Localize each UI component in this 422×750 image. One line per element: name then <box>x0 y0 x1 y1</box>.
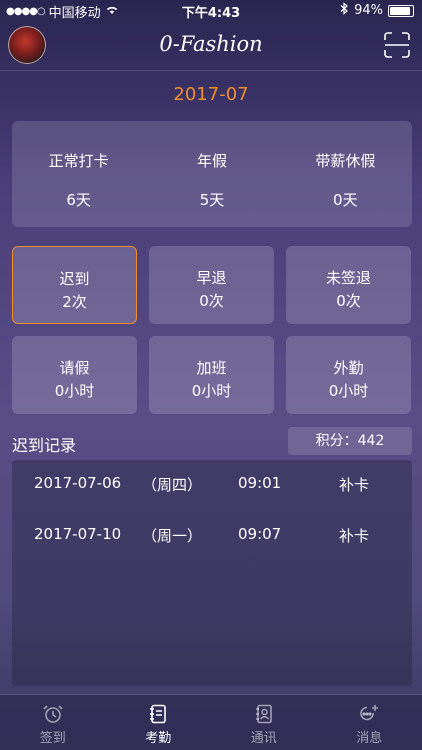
bluetooth-icon <box>340 2 349 19</box>
record-date: 2017-07-10 <box>34 525 122 543</box>
tile-leave-request[interactable]: 请假 0小时 <box>12 336 137 414</box>
summary-label: 带薪休假 <box>315 152 376 170</box>
summary-value: 6天 <box>66 191 91 209</box>
tile-value: 0次 <box>199 292 224 310</box>
contacts-book-icon <box>255 704 272 724</box>
tile-label: 加班 <box>196 359 227 377</box>
summary-value: 0天 <box>333 191 358 209</box>
tab-label: 消息 <box>356 731 383 746</box>
month-selector[interactable]: 2017-07 <box>0 84 422 105</box>
tile-label: 外勤 <box>333 359 364 377</box>
app-title: 0-Fashion <box>159 32 263 56</box>
tab-bar: 签到 考勤 通讯 消息 <box>0 694 422 750</box>
record-row: 2017-07-06 （周四） 09:01 补卡 <box>12 474 412 498</box>
tile-no-checkout[interactable]: 未签退 0次 <box>286 246 411 324</box>
tile-late[interactable]: 迟到 2次 <box>12 246 137 324</box>
status-bar: ●●●●○ 中国移动 下午4:43 94% <box>0 0 422 21</box>
tile-value: 0小时 <box>191 382 232 400</box>
record-date: 2017-07-06 <box>34 474 122 492</box>
alarm-clock-icon <box>43 705 63 723</box>
summary-annual-leave: 年假 5天 <box>145 121 278 227</box>
battery-percent: 94% <box>354 3 383 18</box>
tab-label: 通讯 <box>250 731 277 746</box>
record-weekday: （周四） <box>142 476 203 494</box>
tab-checkin[interactable]: 签到 <box>0 695 106 750</box>
tab-contacts[interactable]: 通讯 <box>211 695 317 750</box>
tile-label: 迟到 <box>59 270 90 288</box>
tile-label: 早退 <box>196 269 227 287</box>
make-up-punch-button[interactable]: 补卡 <box>339 525 369 546</box>
summary-paid-leave: 带薪休假 0天 <box>279 121 412 227</box>
tile-value: 0次 <box>336 292 361 310</box>
tile-overtime[interactable]: 加班 0小时 <box>149 336 274 414</box>
tab-label: 签到 <box>39 731 66 746</box>
tile-label: 未签退 <box>325 269 371 287</box>
scan-icon <box>384 32 410 58</box>
tab-messages[interactable]: 消息 <box>317 695 422 750</box>
tile-value: 0小时 <box>54 382 95 400</box>
late-records-list: 2017-07-06 （周四） 09:01 补卡 2017-07-10 （周一）… <box>12 460 412 686</box>
tile-early-leave[interactable]: 早退 0次 <box>149 246 274 324</box>
nav-header: 0-Fashion <box>0 20 422 71</box>
attendance-summary: 正常打卡 6天 年假 5天 带薪休假 0天 <box>12 121 412 227</box>
notebook-icon <box>150 704 167 724</box>
tile-value: 2次 <box>62 293 87 311</box>
tile-value: 0小时 <box>328 382 369 400</box>
record-time: 09:01 <box>238 474 282 492</box>
tile-field-work[interactable]: 外勤 0小时 <box>286 336 411 414</box>
message-plus-icon <box>360 705 379 721</box>
record-weekday: （周一） <box>142 527 203 545</box>
scan-button[interactable] <box>384 32 410 58</box>
summary-value: 5天 <box>199 191 225 209</box>
record-time: 09:07 <box>238 525 282 543</box>
summary-label: 年假 <box>196 152 227 170</box>
battery-icon <box>388 4 414 17</box>
tab-label: 考勤 <box>145 731 172 746</box>
tab-attendance[interactable]: 考勤 <box>106 695 212 750</box>
make-up-punch-button[interactable]: 补卡 <box>339 474 369 495</box>
score-badge: 积分：442 <box>288 427 412 455</box>
tile-label: 请假 <box>59 359 90 377</box>
late-records-title: 迟到记录 <box>12 436 77 455</box>
summary-label: 正常打卡 <box>48 152 109 170</box>
record-row: 2017-07-10 （周一） 09:07 补卡 <box>12 525 412 549</box>
summary-normal-checkin: 正常打卡 6天 <box>12 121 145 227</box>
